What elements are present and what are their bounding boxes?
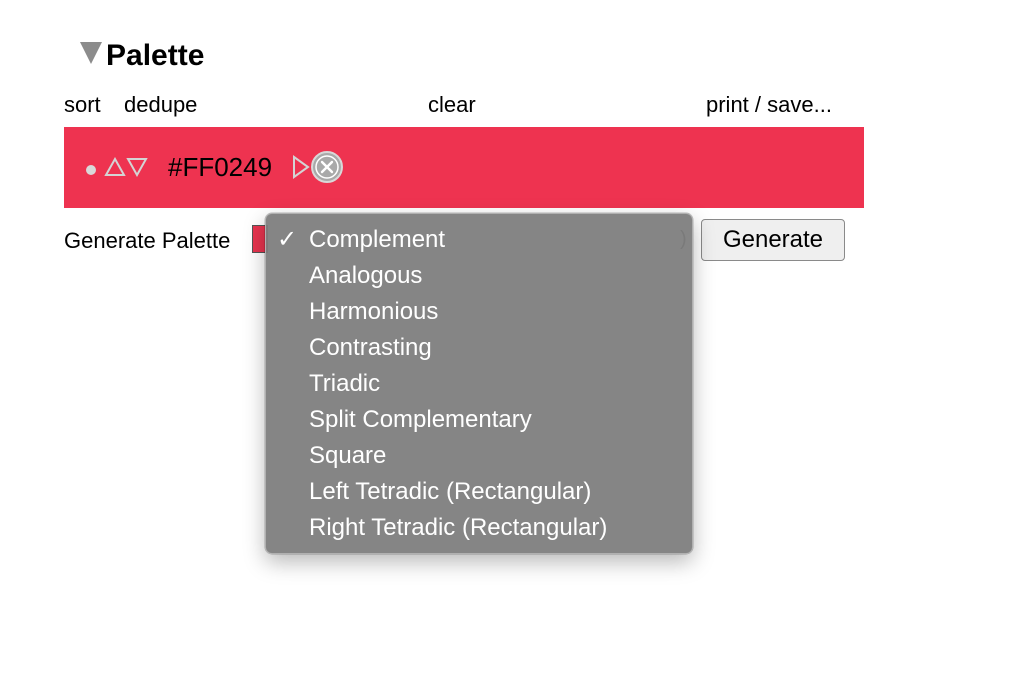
scheme-option-label: Triadic [309,370,381,397]
play-icon[interactable] [292,155,310,179]
swatch-controls: #FF0249 [86,151,344,183]
print-save-link[interactable]: print / save... [706,92,832,118]
generate-button[interactable]: Generate [701,219,845,261]
scheme-dropdown-menu[interactable]: ✓ Complement Analogous Harmonious Contrastin… [265,213,693,554]
palette-toolbar: sort dedupe clear print / save... [64,92,864,120]
scheme-option[interactable]: Split Complementary [266,402,692,438]
disclosure-triangle-down-icon[interactable] [80,42,102,64]
scheme-option-label: Right Tetradic (Rectangular) [309,514,608,541]
palette-title: Palette [106,39,205,72]
scheme-option[interactable]: Triadic [266,366,692,402]
scheme-option[interactable]: Right Tetradic (Rectangular) [266,510,692,546]
scheme-option[interactable]: Left Tetradic (Rectangular) [266,474,692,510]
scheme-option[interactable]: Contrasting [266,330,692,366]
scheme-option[interactable]: ✓ Complement [266,222,692,258]
scheme-option-label: Left Tetradic (Rectangular) [309,478,592,505]
scheme-option[interactable]: Harmonious [266,294,692,330]
triangle-down-icon[interactable] [126,157,148,177]
close-circle-icon[interactable] [310,150,344,184]
scheme-option-label: Contrasting [309,334,432,361]
generate-palette-label: Generate Palette [64,228,231,253]
dot-icon[interactable] [86,165,96,175]
scheme-option-label: Square [309,442,387,469]
scheme-option-label: Split Complementary [309,406,532,433]
dedupe-link[interactable]: dedupe [124,92,197,118]
scheme-option-label: Harmonious [309,298,439,325]
color-hex-value[interactable]: #FF0249 [168,152,272,183]
scheme-option[interactable]: Analogous [266,258,692,294]
clear-link[interactable]: clear [428,92,476,118]
palette-heading[interactable]: Palette [80,38,204,74]
sort-link[interactable]: sort [64,92,101,118]
checkmark-icon: ✓ [277,226,298,253]
triangle-up-icon[interactable] [104,157,126,177]
palette-page: Palette sort dedupe clear print / save..… [0,0,1032,682]
scheme-option[interactable]: Square [266,438,692,474]
scheme-option-label: Analogous [309,262,423,289]
scheme-option-label: Complement [309,226,446,253]
color-swatch-row: #FF0249 [64,127,864,208]
